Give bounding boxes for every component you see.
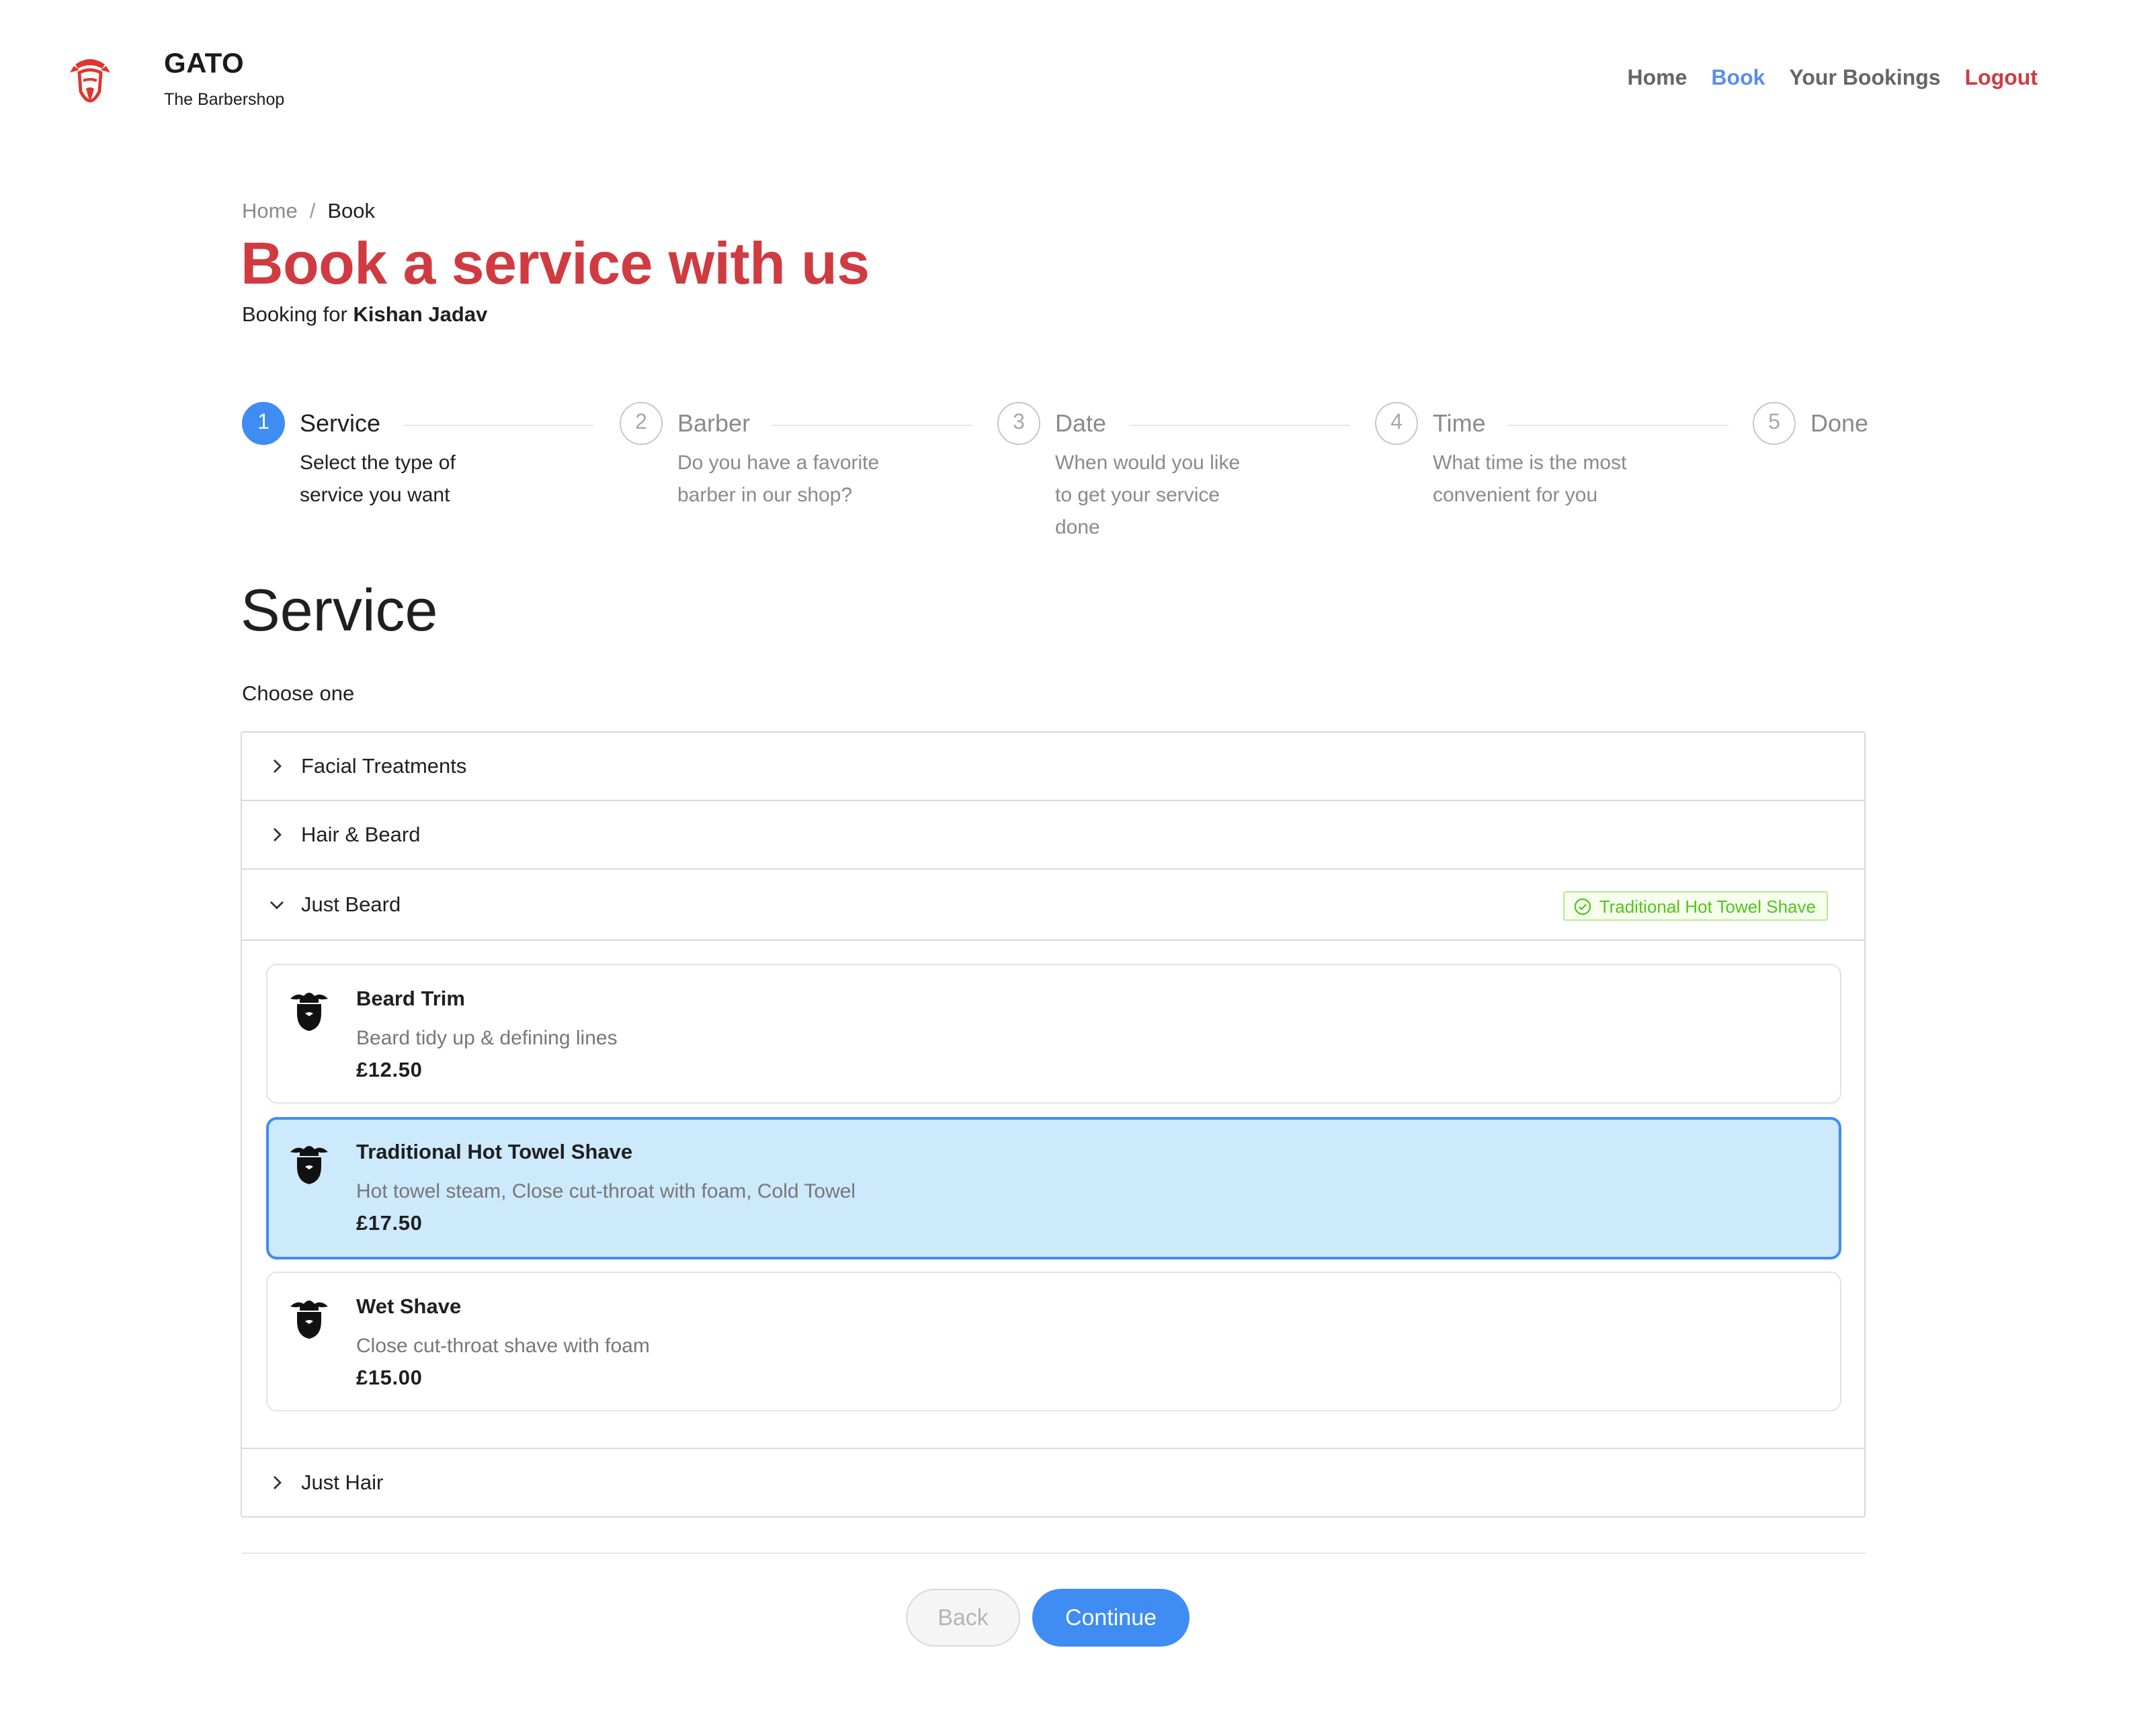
step-3-desc: When would you like to get your service … — [1055, 452, 1241, 539]
beard-icon — [290, 1146, 328, 1184]
service-price: £12.50 — [356, 1059, 423, 1082]
step-3-title: Date — [1055, 410, 1107, 437]
booking-for: Booking for Kishan Jadav — [242, 304, 487, 328]
chevron-down-icon — [270, 901, 284, 909]
service-name: Wet Shave — [356, 1296, 462, 1319]
category-hair-beard[interactable]: Hair & Beard — [242, 801, 1864, 870]
service-name: Beard Trim — [356, 988, 465, 1011]
page-title: Book a service with us — [241, 231, 870, 297]
service-price: £17.50 — [356, 1212, 423, 1235]
step-2-title: Barber — [677, 410, 751, 437]
nav-home[interactable]: Home — [1628, 67, 1687, 91]
step-3-circle: 3 — [997, 402, 1040, 445]
step-4-circle: 4 — [1375, 402, 1418, 445]
beard-icon — [290, 1300, 328, 1339]
continue-button[interactable]: Continue — [1032, 1589, 1189, 1647]
service-card-wet-shave[interactable]: Wet Shave Close cut-throat shave with fo… — [266, 1272, 1841, 1411]
step-2-desc: Do you have a favorite barber in our sho… — [677, 452, 880, 507]
breadcrumb: Home / Book — [242, 200, 375, 224]
step-4-title: Time — [1433, 410, 1486, 437]
chevron-right-icon — [274, 1476, 282, 1489]
nav-your-bookings[interactable]: Your Bookings — [1789, 67, 1940, 91]
category-just-hair[interactable]: Just Hair — [242, 1449, 1864, 1518]
category-facial-treatments[interactable]: Facial Treatments — [242, 733, 1864, 801]
category-label: Just Beard — [301, 894, 401, 917]
breadcrumb-home[interactable]: Home — [242, 200, 298, 223]
step-5-circle: 5 — [1753, 402, 1796, 445]
booking-for-label: Booking for — [242, 304, 347, 327]
step-connector — [1129, 425, 1349, 426]
service-accordion: Facial Treatments Hair & Beard Just Bear… — [241, 731, 1866, 1518]
breadcrumb-current: Book — [327, 200, 376, 223]
category-label: Facial Treatments — [301, 755, 467, 778]
nav-logout[interactable]: Logout — [1965, 67, 2038, 91]
beard-icon — [290, 993, 328, 1031]
brand-name: GATO — [164, 48, 245, 79]
logo-icon — [70, 59, 110, 103]
section-title: Service — [241, 578, 438, 644]
selected-service-tag-label: Traditional Hot Towel Shave — [1599, 896, 1816, 916]
service-price: £15.00 — [356, 1367, 423, 1390]
top-nav: Home Book Your Bookings Logout — [1628, 67, 2038, 91]
check-circle-icon — [1574, 897, 1591, 915]
step-1-desc: Select the type of service you want — [300, 452, 456, 507]
service-desc: Close cut-throat shave with foam — [356, 1335, 650, 1358]
category-label: Hair & Beard — [301, 824, 421, 847]
just-beard-panel: Beard Trim Beard tidy up & defining line… — [242, 941, 1864, 1449]
service-card-beard-trim[interactable]: Beard Trim Beard tidy up & defining line… — [266, 964, 1841, 1104]
step-2-circle: 2 — [620, 402, 663, 445]
step-connector — [1508, 425, 1728, 426]
service-card-traditional-hot-towel-shave[interactable]: Traditional Hot Towel Shave Hot towel st… — [266, 1117, 1841, 1259]
nav-book[interactable]: Book — [1711, 67, 1765, 91]
service-desc: Beard tidy up & defining lines — [356, 1027, 618, 1050]
service-desc: Hot towel steam, Close cut-throat with f… — [356, 1180, 856, 1203]
step-connector — [403, 425, 594, 426]
breadcrumb-separator: / — [309, 200, 316, 223]
category-label: Just Hair — [301, 1472, 384, 1495]
customer-name: Kishan Jadav — [353, 304, 488, 327]
step-1-title: Service — [300, 410, 381, 437]
step-5-title: Done — [1810, 410, 1869, 437]
category-just-beard[interactable]: Just Beard Traditional Hot Towel Shave — [242, 870, 1864, 941]
step-connector — [771, 425, 972, 426]
brand-subtitle: The Barbershop — [164, 90, 285, 109]
back-button[interactable]: Back — [906, 1589, 1020, 1647]
divider — [242, 1553, 1866, 1554]
step-4-desc: What time is the most convenient for you — [1433, 452, 1627, 507]
choose-label: Choose one — [242, 683, 355, 706]
service-name: Traditional Hot Towel Shave — [356, 1141, 633, 1164]
step-1-circle: 1 — [242, 402, 285, 445]
chevron-right-icon — [274, 828, 282, 841]
chevron-right-icon — [274, 759, 282, 773]
selected-service-tag: Traditional Hot Towel Shave — [1562, 891, 1828, 921]
